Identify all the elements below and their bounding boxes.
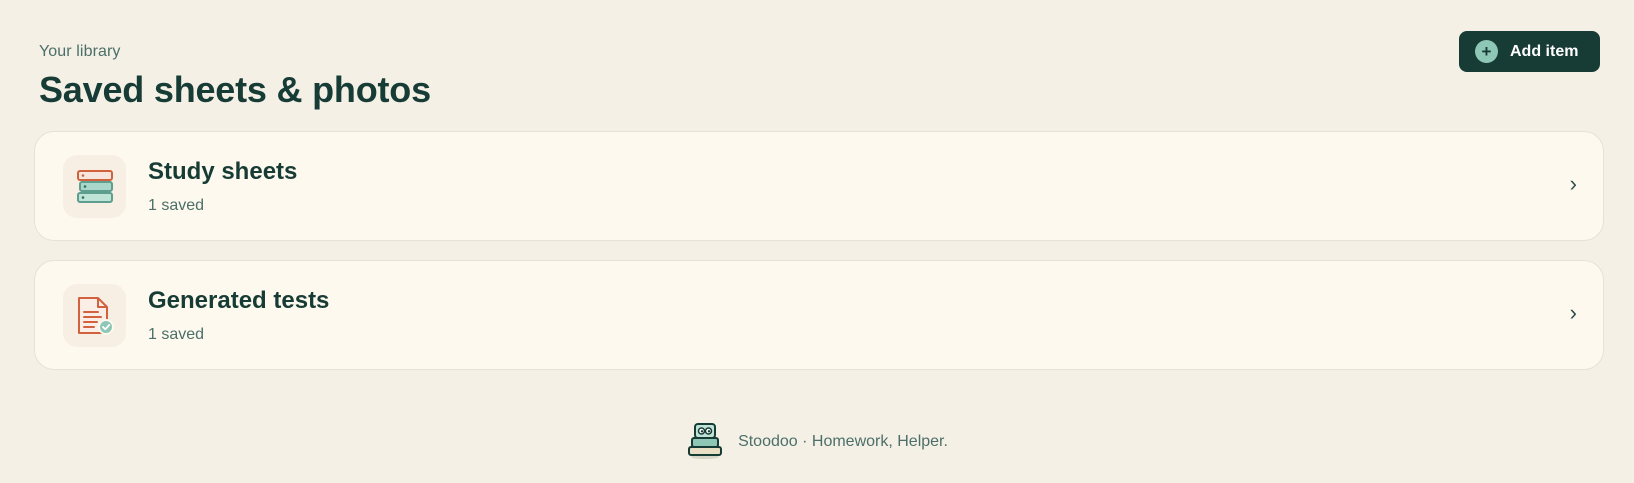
library-item-study-sheets[interactable]: Study sheets 1 saved ›	[34, 131, 1604, 241]
footer-tagline: Stoodoo · Homework, Helper.	[738, 432, 948, 450]
add-item-button[interactable]: + Add item	[1459, 31, 1600, 72]
page-eyebrow: Your library	[39, 43, 121, 60]
plus-circle-icon: +	[1475, 40, 1498, 63]
test-document-check-icon	[63, 284, 126, 347]
library-item-count: 1 saved	[148, 326, 205, 343]
library-item-title: Generated tests	[148, 287, 330, 314]
library-list: Study sheets 1 saved › Generated tests 1…	[34, 131, 1604, 389]
stacked-sheets-icon	[63, 155, 126, 218]
footer: Stoodoo · Homework, Helper.	[0, 423, 1634, 460]
add-item-label: Add item	[1510, 42, 1579, 60]
library-header: Your library Saved sheets & photos + Add…	[39, 31, 1600, 110]
library-item-count: 1 saved	[148, 197, 205, 214]
stoodoo-logo-icon	[688, 423, 723, 459]
library-item-title: Study sheets	[148, 158, 298, 185]
library-item-generated-tests[interactable]: Generated tests 1 saved ›	[34, 260, 1604, 370]
chevron-right-icon: ›	[1569, 171, 1577, 196]
chevron-right-icon: ›	[1569, 300, 1577, 325]
page-title: Saved sheets & photos	[39, 69, 431, 110]
